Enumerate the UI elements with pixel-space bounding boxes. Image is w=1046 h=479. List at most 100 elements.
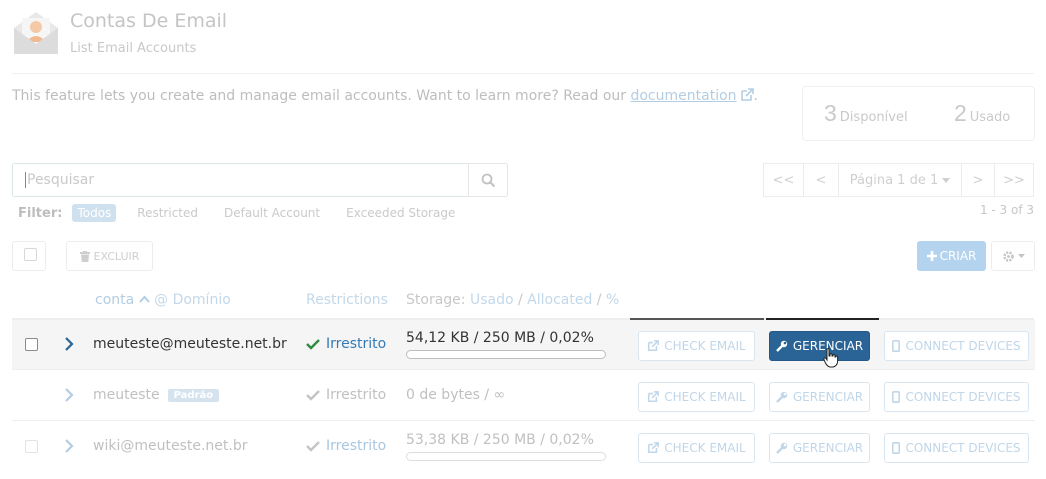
page-select[interactable]: Página 1 de 1 <box>838 163 962 197</box>
available-count: 3 <box>824 100 837 126</box>
chevron-right-icon[interactable] <box>64 336 74 352</box>
next-page-button[interactable]: > <box>961 163 995 197</box>
delete-button-label: EXCLUIR <box>93 249 140 263</box>
check-icon <box>306 390 320 401</box>
last-page-button[interactable]: >> <box>994 163 1034 197</box>
chevron-right-icon[interactable] <box>64 387 74 403</box>
table-row[interactable]: wiki@meuteste.net.br Irrestrito 53,38 KB… <box>12 422 1035 472</box>
search-box <box>12 163 469 197</box>
trash-icon <box>79 250 90 262</box>
sort-asc-icon <box>138 295 150 303</box>
email-accounts-icon <box>14 12 58 54</box>
storage-progress-bar <box>406 452 606 461</box>
account-name: meuteste Padrão <box>93 387 220 403</box>
filter-bar: Filter: Todos Restricted Default Account… <box>18 204 476 222</box>
filter-default-account[interactable]: Default Account <box>219 204 325 222</box>
plus-icon <box>926 251 937 261</box>
chevron-right-icon[interactable] <box>64 438 74 454</box>
pagination: << < Página 1 de 1 > >> <box>763 163 1034 197</box>
wrench-icon <box>776 340 788 352</box>
documentation-link[interactable]: documentation <box>630 88 736 104</box>
delete-button[interactable]: EXCLUIR <box>66 241 153 271</box>
manage-button[interactable]: GERENCIAR <box>769 433 870 463</box>
intro-description: This feature lets you create and manage … <box>12 88 627 104</box>
restriction-status: Irrestrito <box>306 336 386 352</box>
search-input[interactable] <box>25 172 455 188</box>
external-link-icon <box>648 391 660 403</box>
external-link-icon[interactable] <box>740 88 754 102</box>
filter-all[interactable]: Todos <box>72 204 117 222</box>
create-button[interactable]: CRIAR <box>917 241 986 271</box>
create-button-label: CRIAR <box>939 249 977 263</box>
used-stat: 2 Usado <box>954 100 1010 127</box>
sort-storage-allocated[interactable]: Allocated <box>527 292 592 308</box>
external-link-icon <box>648 340 660 352</box>
table-row[interactable]: meuteste@meuteste.net.br Irrestrito 54,1… <box>12 320 1035 370</box>
mobile-device-icon <box>892 391 901 403</box>
search-icon <box>481 173 495 187</box>
mobile-device-icon <box>892 442 901 454</box>
storage-usage: 53,38 KB / 250 MB / 0,02% <box>406 432 594 448</box>
wrench-icon <box>776 391 788 403</box>
check-email-button[interactable]: CHECK EMAIL <box>638 433 755 463</box>
restriction-status: Irrestrito <box>306 438 386 454</box>
storage-separator: / <box>517 292 523 308</box>
search-button[interactable] <box>468 163 508 197</box>
connect-devices-button[interactable]: CONNECT DEVICES <box>884 433 1029 463</box>
manage-label: GERENCIAR <box>792 390 864 404</box>
column-domain-label[interactable]: @ Domínio <box>154 292 231 308</box>
account-stats-panel: 3 Disponível 2 Usado <box>802 86 1035 141</box>
mobile-device-icon <box>892 340 901 352</box>
sort-storage-used[interactable]: Usado <box>470 292 514 308</box>
gear-icon <box>1002 250 1014 262</box>
restriction-label[interactable]: Irrestrito <box>326 438 386 454</box>
page-select-label: Página 1 de 1 <box>849 172 939 188</box>
restriction-label[interactable]: Irrestrito <box>326 336 386 352</box>
connect-devices-button[interactable]: CONNECT DEVICES <box>884 331 1029 361</box>
check-email-label: CHECK EMAIL <box>664 441 746 455</box>
used-count: 2 <box>954 100 967 126</box>
email-accounts-page: Contas De Email List Email Accounts This… <box>0 0 1046 479</box>
account-name-text: meuteste <box>93 387 160 403</box>
sort-storage-percent[interactable]: % <box>606 292 619 308</box>
select-all-button[interactable] <box>12 241 46 271</box>
intro-suffix: . <box>753 88 758 104</box>
check-email-label: CHECK EMAIL <box>664 339 746 353</box>
manage-button[interactable]: GERENCIAR <box>769 382 870 412</box>
row-checkbox[interactable] <box>25 440 38 453</box>
caret-down-icon <box>1017 254 1025 258</box>
column-header-account[interactable]: conta @ Domínio <box>95 292 231 308</box>
settings-button[interactable] <box>991 241 1035 271</box>
filter-label: Filter: <box>18 205 63 221</box>
column-header-restrictions[interactable]: Restrictions <box>306 292 388 308</box>
restriction-label: Irrestrito <box>326 387 387 403</box>
page-subtitle: List Email Accounts <box>70 41 197 56</box>
check-icon <box>306 339 320 350</box>
check-email-button[interactable]: CHECK EMAIL <box>638 331 755 361</box>
page-title: Contas De Email <box>70 10 228 32</box>
first-page-button[interactable]: << <box>763 163 804 197</box>
connect-devices-label: CONNECT DEVICES <box>905 441 1021 455</box>
restriction-status: Irrestrito <box>306 387 386 403</box>
filter-restricted[interactable]: Restricted <box>132 204 203 222</box>
caret-down-icon <box>942 177 951 183</box>
available-label: Disponível <box>839 110 908 125</box>
filter-exceeded-storage[interactable]: Exceeded Storage <box>341 204 460 222</box>
storage-usage: 54,12 KB / 250 MB / 0,02% <box>406 330 594 346</box>
row-checkbox[interactable] <box>25 338 38 351</box>
column-account-label: conta <box>95 292 135 308</box>
connect-devices-button[interactable]: CONNECT DEVICES <box>884 382 1029 412</box>
table-row[interactable]: meuteste Padrão Irrestrito 0 de bytes / ∞… <box>12 371 1035 421</box>
storage-usage: 0 de bytes / ∞ <box>406 387 506 403</box>
check-icon <box>306 441 320 452</box>
storage-progress-bar <box>406 350 606 359</box>
hand-cursor-icon <box>823 348 839 368</box>
previous-page-button[interactable]: < <box>803 163 839 197</box>
manage-label: GERENCIAR <box>792 441 864 455</box>
connect-devices-label: CONNECT DEVICES <box>905 390 1021 404</box>
check-email-button[interactable]: CHECK EMAIL <box>638 382 755 412</box>
storage-prefix: Storage: <box>406 292 466 308</box>
storage-separator: / <box>596 292 602 308</box>
manage-button[interactable]: GERENCIAR <box>769 331 870 361</box>
select-all-checkbox[interactable] <box>24 248 37 261</box>
